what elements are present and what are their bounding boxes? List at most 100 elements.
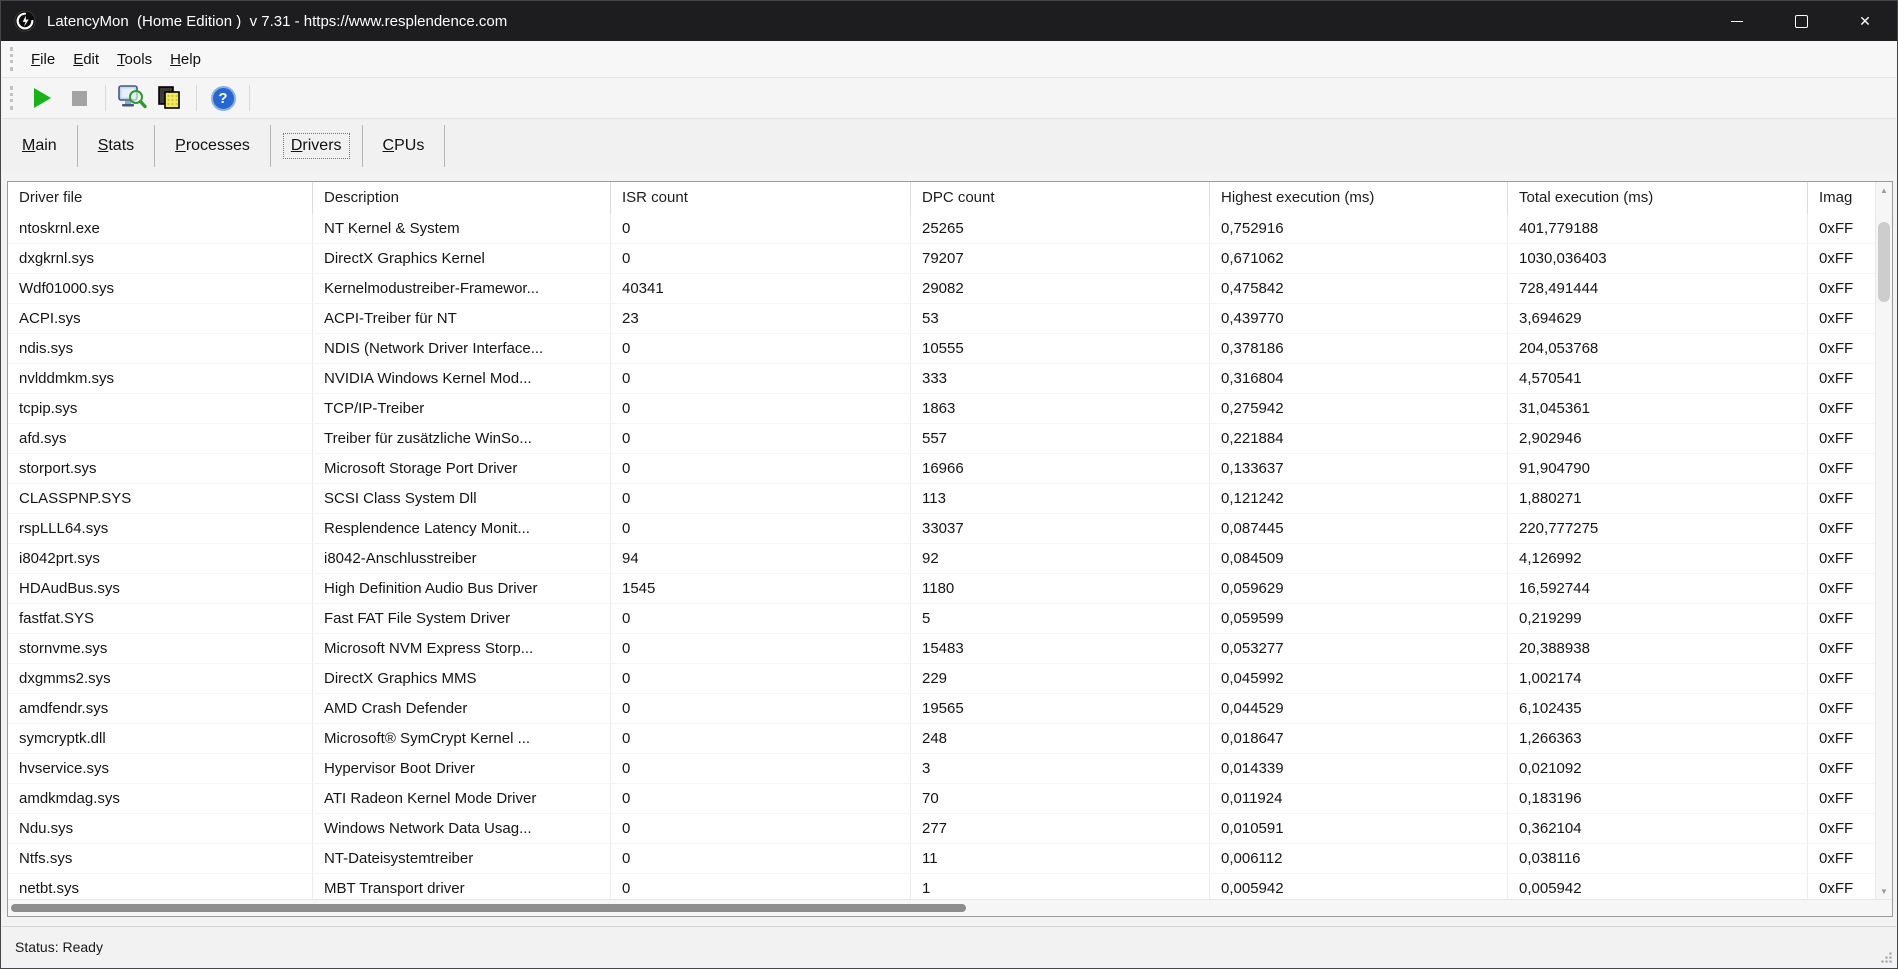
table-row[interactable]: symcryptk.dllMicrosoft® SymCrypt Kernel … xyxy=(8,724,1875,754)
table-cell: 53 xyxy=(910,304,1209,333)
table-cell: 0,133637 xyxy=(1209,454,1507,483)
table-cell: Treiber für zusätzliche WinSo... xyxy=(312,424,610,453)
table-cell: ntoskrnl.exe xyxy=(8,214,312,243)
table-cell: 31,045361 xyxy=(1507,394,1807,423)
table-cell: Fast FAT File System Driver xyxy=(312,604,610,633)
help-button[interactable]: ? xyxy=(205,82,241,114)
table-cell: 92 xyxy=(910,544,1209,573)
minimize-button[interactable] xyxy=(1705,1,1769,41)
column-header-total-execution-ms-[interactable]: Total execution (ms) xyxy=(1507,182,1807,214)
report-button[interactable] xyxy=(152,82,188,114)
table-row[interactable]: Ntfs.sysNT-Dateisystemtreiber0110,006112… xyxy=(8,844,1875,874)
table-cell: 0xFF xyxy=(1807,244,1875,273)
table-cell: 0 xyxy=(610,754,910,783)
menu-item-help[interactable]: Help xyxy=(161,46,210,73)
table-row[interactable]: amdkmdag.sysATI Radeon Kernel Mode Drive… xyxy=(8,784,1875,814)
vertical-scrollbar-thumb[interactable] xyxy=(1878,222,1890,302)
table-cell: 3,694629 xyxy=(1507,304,1807,333)
latencymon-logo-icon xyxy=(14,10,36,32)
table-cell: 0,045992 xyxy=(1209,664,1507,693)
stop-monitor-button[interactable] xyxy=(61,82,97,114)
table-row[interactable]: nvlddmkm.sysNVIDIA Windows Kernel Mod...… xyxy=(8,364,1875,394)
table-row[interactable]: dxgkrnl.sysDirectX Graphics Kernel079207… xyxy=(8,244,1875,274)
table-cell: 204,053768 xyxy=(1507,334,1807,363)
table-row[interactable]: i8042prt.sysi8042-Anschlusstreiber94920,… xyxy=(8,544,1875,574)
table-cell: 0xFF xyxy=(1807,214,1875,243)
column-header-driver-file[interactable]: Driver file xyxy=(8,182,312,214)
maximize-button[interactable] xyxy=(1769,1,1833,41)
menu-item-edit[interactable]: Edit xyxy=(64,46,108,73)
table-row[interactable]: storport.sysMicrosoft Storage Port Drive… xyxy=(8,454,1875,484)
menubar-grip-handle[interactable] xyxy=(10,47,13,71)
table-cell: ACPI-Treiber für NT xyxy=(312,304,610,333)
tab-stats[interactable]: Stats xyxy=(78,119,154,173)
analyze-button[interactable] xyxy=(114,82,150,114)
column-header-imag[interactable]: Imag xyxy=(1807,182,1875,214)
tab-cpus[interactable]: CPUs xyxy=(363,119,445,173)
table-row[interactable]: netbt.sysMBT Transport driver010,0059420… xyxy=(8,874,1875,899)
table-cell: Hypervisor Boot Driver xyxy=(312,754,610,783)
table-row[interactable]: rspLLL64.sysResplendence Latency Monit..… xyxy=(8,514,1875,544)
help-icon: ? xyxy=(211,86,236,111)
table-row[interactable]: tcpip.sysTCP/IP-Treiber018630,27594231,0… xyxy=(8,394,1875,424)
table-cell: 4,570541 xyxy=(1507,364,1807,393)
table-cell: 0,362104 xyxy=(1507,814,1807,843)
table-cell: 0 xyxy=(610,844,910,873)
table-row[interactable]: stornvme.sysMicrosoft NVM Express Storp.… xyxy=(8,634,1875,664)
table-cell: ATI Radeon Kernel Mode Driver xyxy=(312,784,610,813)
scroll-up-icon[interactable]: ▲ xyxy=(1876,182,1892,198)
table-cell: 0xFF xyxy=(1807,634,1875,663)
vertical-scrollbar[interactable]: ▲ ▼ xyxy=(1875,182,1892,899)
horizontal-scrollbar-thumb[interactable] xyxy=(11,904,966,912)
table-row[interactable]: dxgmms2.sysDirectX Graphics MMS02290,045… xyxy=(8,664,1875,694)
copy-pages-icon xyxy=(156,84,184,112)
table-row[interactable]: Wdf01000.sysKernelmodustreiber-Framewor.… xyxy=(8,274,1875,304)
column-header-highest-execution-ms-[interactable]: Highest execution (ms) xyxy=(1209,182,1507,214)
horizontal-scrollbar[interactable] xyxy=(8,899,1892,916)
table-cell: 0 xyxy=(610,784,910,813)
table-cell: 91,904790 xyxy=(1507,454,1807,483)
table-cell: 0,087445 xyxy=(1209,514,1507,543)
table-row[interactable]: Ndu.sysWindows Network Data Usag...02770… xyxy=(8,814,1875,844)
table-cell: 0xFF xyxy=(1807,544,1875,573)
table-cell: 0 xyxy=(610,454,910,483)
table-cell: Windows Network Data Usag... xyxy=(312,814,610,843)
menu-bar: FileEditToolsHelp xyxy=(2,41,1896,78)
scroll-down-icon[interactable]: ▼ xyxy=(1876,883,1892,899)
column-header-description[interactable]: Description xyxy=(312,182,610,214)
tab-processes[interactable]: Processes xyxy=(155,119,270,173)
table-cell: 0,439770 xyxy=(1209,304,1507,333)
table-row[interactable]: ACPI.sysACPI-Treiber für NT23530,4397703… xyxy=(8,304,1875,334)
table-row[interactable]: ntoskrnl.exeNT Kernel & System0252650,75… xyxy=(8,214,1875,244)
start-monitor-button[interactable] xyxy=(23,82,59,114)
tab-main[interactable]: Main xyxy=(2,119,77,173)
close-button[interactable]: ✕ xyxy=(1833,1,1897,41)
column-header-dpc-count[interactable]: DPC count xyxy=(910,182,1209,214)
table-row[interactable]: fastfat.SYSFast FAT File System Driver05… xyxy=(8,604,1875,634)
table-cell: HDAudBus.sys xyxy=(8,574,312,603)
menu-item-file[interactable]: File xyxy=(22,46,64,73)
table-cell: 401,779188 xyxy=(1507,214,1807,243)
table-row[interactable]: amdfendr.sysAMD Crash Defender0195650,04… xyxy=(8,694,1875,724)
table-cell: 229 xyxy=(910,664,1209,693)
table-row[interactable]: ndis.sysNDIS (Network Driver Interface..… xyxy=(8,334,1875,364)
table-cell: 3 xyxy=(910,754,1209,783)
toolbar-separator xyxy=(249,85,250,111)
maximize-icon xyxy=(1795,15,1808,28)
table-cell: i8042-Anschlusstreiber xyxy=(312,544,610,573)
resize-grip-handle[interactable] xyxy=(1879,950,1893,964)
table-row[interactable]: hvservice.sysHypervisor Boot Driver030,0… xyxy=(8,754,1875,784)
table-cell: Ndu.sys xyxy=(8,814,312,843)
table-cell: 0xFF xyxy=(1807,844,1875,873)
toolbar-grip-handle[interactable] xyxy=(10,86,13,110)
table-row[interactable]: afd.sysTreiber für zusätzliche WinSo...0… xyxy=(8,424,1875,454)
monitor-magnifier-icon xyxy=(117,84,147,112)
stop-icon xyxy=(72,91,87,106)
table-row[interactable]: HDAudBus.sysHigh Definition Audio Bus Dr… xyxy=(8,574,1875,604)
table-row[interactable]: CLASSPNP.SYSSCSI Class System Dll01130,1… xyxy=(8,484,1875,514)
table-cell: 1863 xyxy=(910,394,1209,423)
menu-item-tools[interactable]: Tools xyxy=(108,46,161,73)
column-header-isr-count[interactable]: ISR count xyxy=(610,182,910,214)
table-cell: 4,126992 xyxy=(1507,544,1807,573)
tab-drivers[interactable]: Drivers xyxy=(271,119,362,173)
